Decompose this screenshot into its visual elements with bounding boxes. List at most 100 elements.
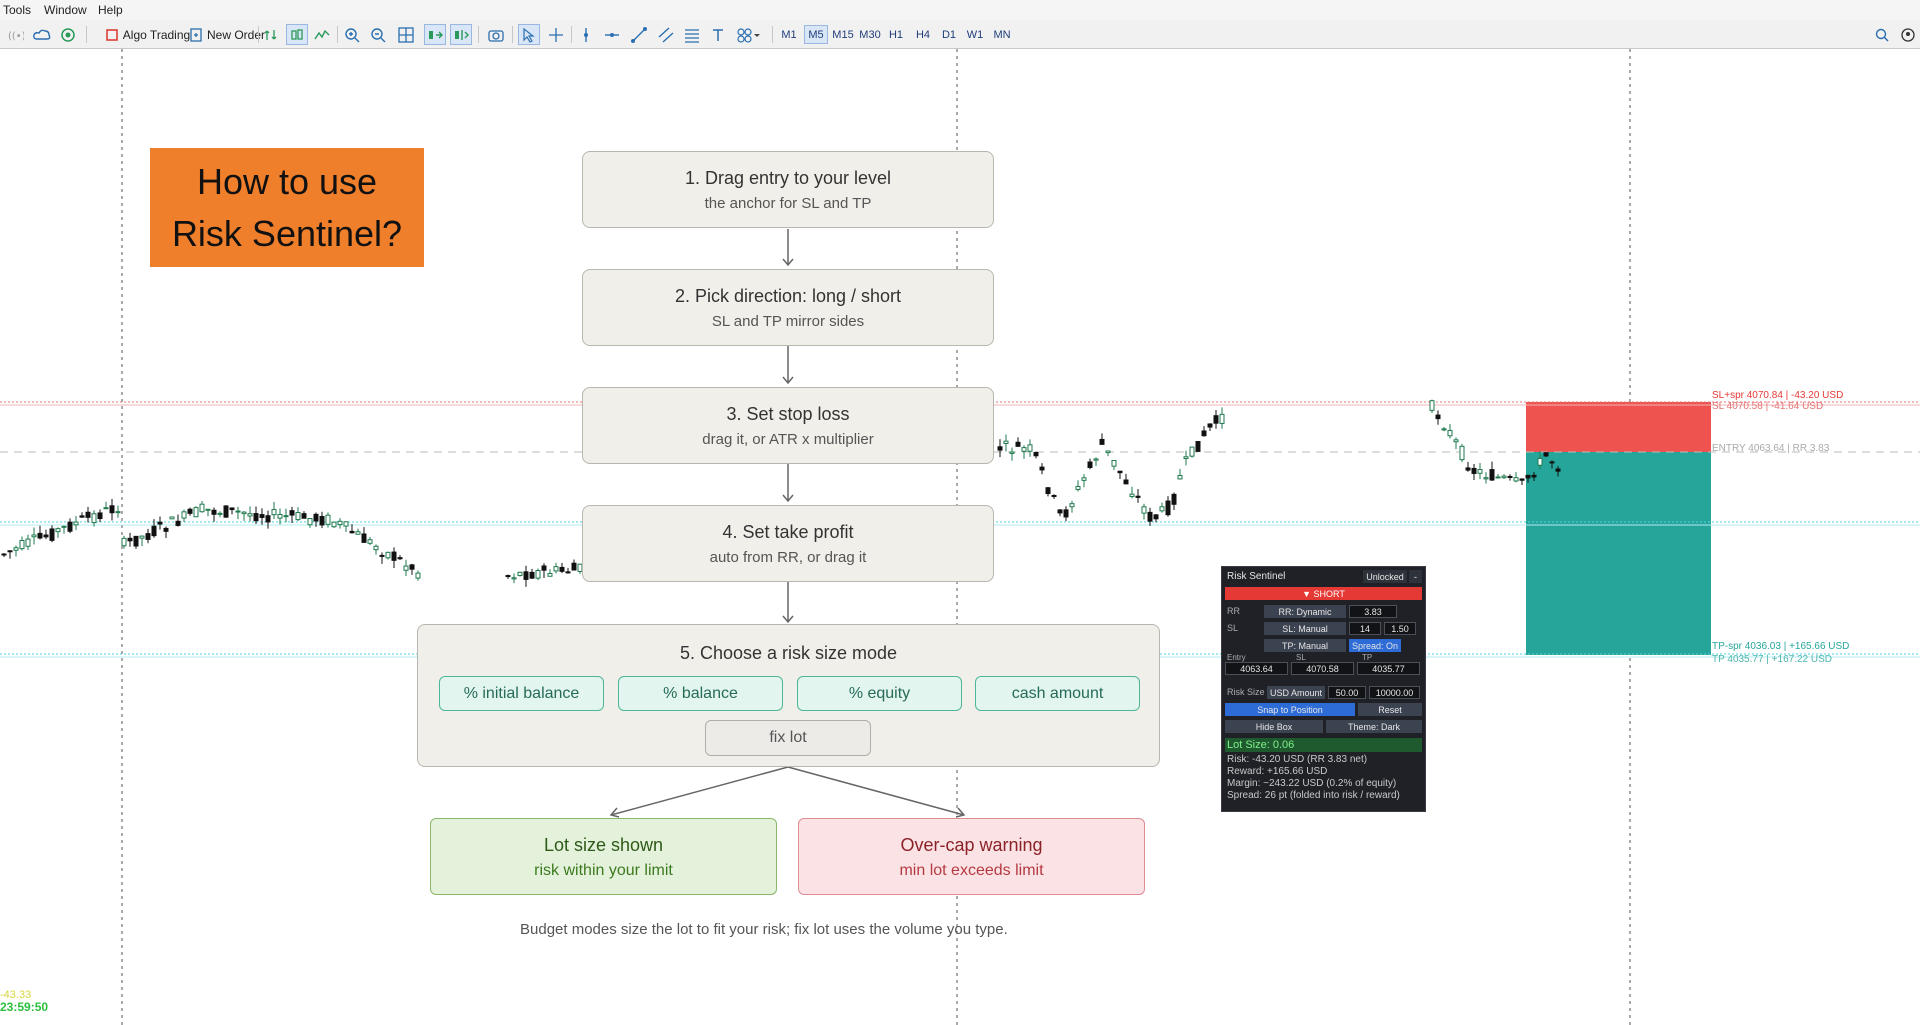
minimize-button[interactable]: - [1409, 570, 1422, 583]
cloud-icon[interactable] [32, 24, 52, 45]
connector-5-warn [787, 766, 966, 818]
candle-body [1039, 466, 1045, 471]
candle-body [535, 570, 541, 579]
tp-mode-button[interactable]: TP: Manual [1264, 639, 1346, 652]
grid-icon[interactable] [396, 24, 416, 45]
step-3-subtitle: drag it, or ATR x multiplier [702, 431, 874, 448]
account-icon[interactable] [1898, 24, 1918, 45]
timeframe-d1[interactable]: D1 [937, 25, 961, 44]
reset-button[interactable]: Reset [1358, 703, 1422, 716]
shapes-icon[interactable] [734, 24, 764, 45]
rr-value-input[interactable]: 3.83 [1349, 605, 1397, 618]
candle-body [559, 566, 565, 572]
candle-body [343, 521, 349, 527]
outcome-lot-size: Lot size shown risk within your limit [430, 818, 777, 895]
candle-body [25, 538, 31, 547]
trendline-icon[interactable] [629, 24, 649, 45]
sl-price-input[interactable]: 4070.58 [1291, 662, 1354, 675]
menu-tools[interactable]: Tools [3, 3, 31, 17]
entry-label: ENTRY 4063.64 | RR 3.83 [1712, 443, 1830, 454]
timeframe-h1[interactable]: H1 [884, 25, 908, 44]
autoscroll-icon[interactable] [424, 24, 446, 45]
spread-toggle[interactable]: Spread: On [1349, 639, 1401, 652]
candle-body [115, 511, 121, 514]
candle-body [127, 537, 133, 542]
sl-label: SL 4070.58 | -41.64 USD [1712, 401, 1824, 412]
candle-body [49, 528, 55, 541]
risk-sentinel-panel[interactable]: Risk Sentinel Unlocked - ▼ SHORT RR RR: … [1221, 566, 1426, 812]
risk-mode-box: 5. Choose a risk size mode % initial bal… [417, 624, 1160, 767]
candle-body [1537, 457, 1543, 466]
theme-button[interactable]: Theme: Dark [1326, 720, 1422, 733]
candle-body [541, 565, 547, 571]
candle-body [1543, 452, 1549, 457]
candle-body [1207, 423, 1213, 428]
snap-to-position-button[interactable]: Snap to Position [1225, 703, 1355, 716]
candle-body [37, 532, 43, 539]
entry-header: Entry [1227, 653, 1246, 662]
tutorial-title-line2: Risk Sentinel? [171, 213, 403, 254]
candle-body [1057, 509, 1063, 514]
risk-balance-input[interactable]: 10000.00 [1369, 686, 1420, 699]
zoom-out-icon[interactable] [368, 24, 388, 45]
screenshot-icon[interactable] [486, 24, 506, 45]
shift-chart-icon[interactable] [450, 24, 472, 45]
candle-body [529, 571, 535, 579]
channel-icon[interactable] [656, 24, 676, 45]
cursor-icon[interactable] [518, 24, 540, 45]
horizontal-line-icon[interactable] [602, 24, 622, 45]
crosshair-icon[interactable] [546, 24, 566, 45]
direction-toggle[interactable]: ▼ SHORT [1225, 587, 1422, 600]
tp-label: TP 4035.77 | +167.22 USD [1712, 654, 1832, 665]
candle-body [1015, 441, 1021, 447]
new-order-button[interactable]: New Order [180, 24, 275, 45]
candle-body [325, 514, 331, 525]
timeframe-m30[interactable]: M30 [858, 25, 882, 44]
signals-icon[interactable] [58, 24, 78, 45]
timeframe-w1[interactable]: W1 [963, 25, 987, 44]
candle-body [1027, 444, 1033, 452]
menu-help[interactable]: Help [98, 3, 123, 17]
tp-price-input[interactable]: 4035.77 [1357, 662, 1420, 675]
hide-box-button[interactable]: Hide Box [1225, 720, 1323, 733]
timeframe-m5[interactable]: M5 [804, 25, 828, 44]
trade-history-icon[interactable] [262, 24, 282, 45]
candle-body [397, 557, 403, 560]
timeframe-m1[interactable]: M1 [777, 25, 801, 44]
depth-of-market-icon[interactable]: ((•)) [6, 24, 26, 45]
sl-mode-button[interactable]: SL: Manual [1264, 622, 1346, 635]
candle-body [1525, 474, 1531, 479]
candle-body [1165, 500, 1171, 516]
timeframe-mn[interactable]: MN [990, 25, 1014, 44]
candle-body [175, 520, 181, 526]
candle-body [85, 511, 91, 518]
timeframe-h4[interactable]: H4 [911, 25, 935, 44]
rr-mode-button[interactable]: RR: Dynamic [1264, 605, 1346, 618]
candle-body [259, 514, 265, 518]
fibonacci-icon[interactable] [682, 24, 702, 45]
candle-body [169, 516, 175, 520]
vertical-line-icon[interactable] [576, 24, 596, 45]
candlestick-icon[interactable] [286, 24, 308, 45]
sl-atr-multiplier-input[interactable]: 1.50 [1384, 622, 1416, 635]
text-icon[interactable] [708, 24, 728, 45]
risk-mode-button[interactable]: USD Amount [1267, 686, 1325, 699]
line-chart-icon[interactable] [312, 24, 332, 45]
rr-label: RR [1227, 606, 1240, 616]
lock-toggle[interactable]: Unlocked [1363, 570, 1407, 583]
zoom-in-icon[interactable] [342, 24, 362, 45]
sl-atr-period-input[interactable]: 14 [1349, 622, 1381, 635]
search-icon[interactable] [1872, 24, 1892, 45]
candle-body [1, 553, 7, 556]
candle-body [337, 520, 343, 526]
risk-amount-input[interactable]: 50.00 [1328, 686, 1366, 699]
mode-fix-lot: fix lot [705, 720, 871, 756]
entry-price-input[interactable]: 4063.64 [1225, 662, 1288, 675]
candle-body [1003, 440, 1009, 444]
candle-body [373, 545, 379, 551]
candle-body [1435, 414, 1441, 420]
outcome-overcap: Over-cap warning min lot exceeds limit [798, 818, 1145, 895]
timeframe-m15[interactable]: M15 [831, 25, 855, 44]
menu-window[interactable]: Window [44, 3, 87, 17]
candle-body [79, 515, 85, 518]
